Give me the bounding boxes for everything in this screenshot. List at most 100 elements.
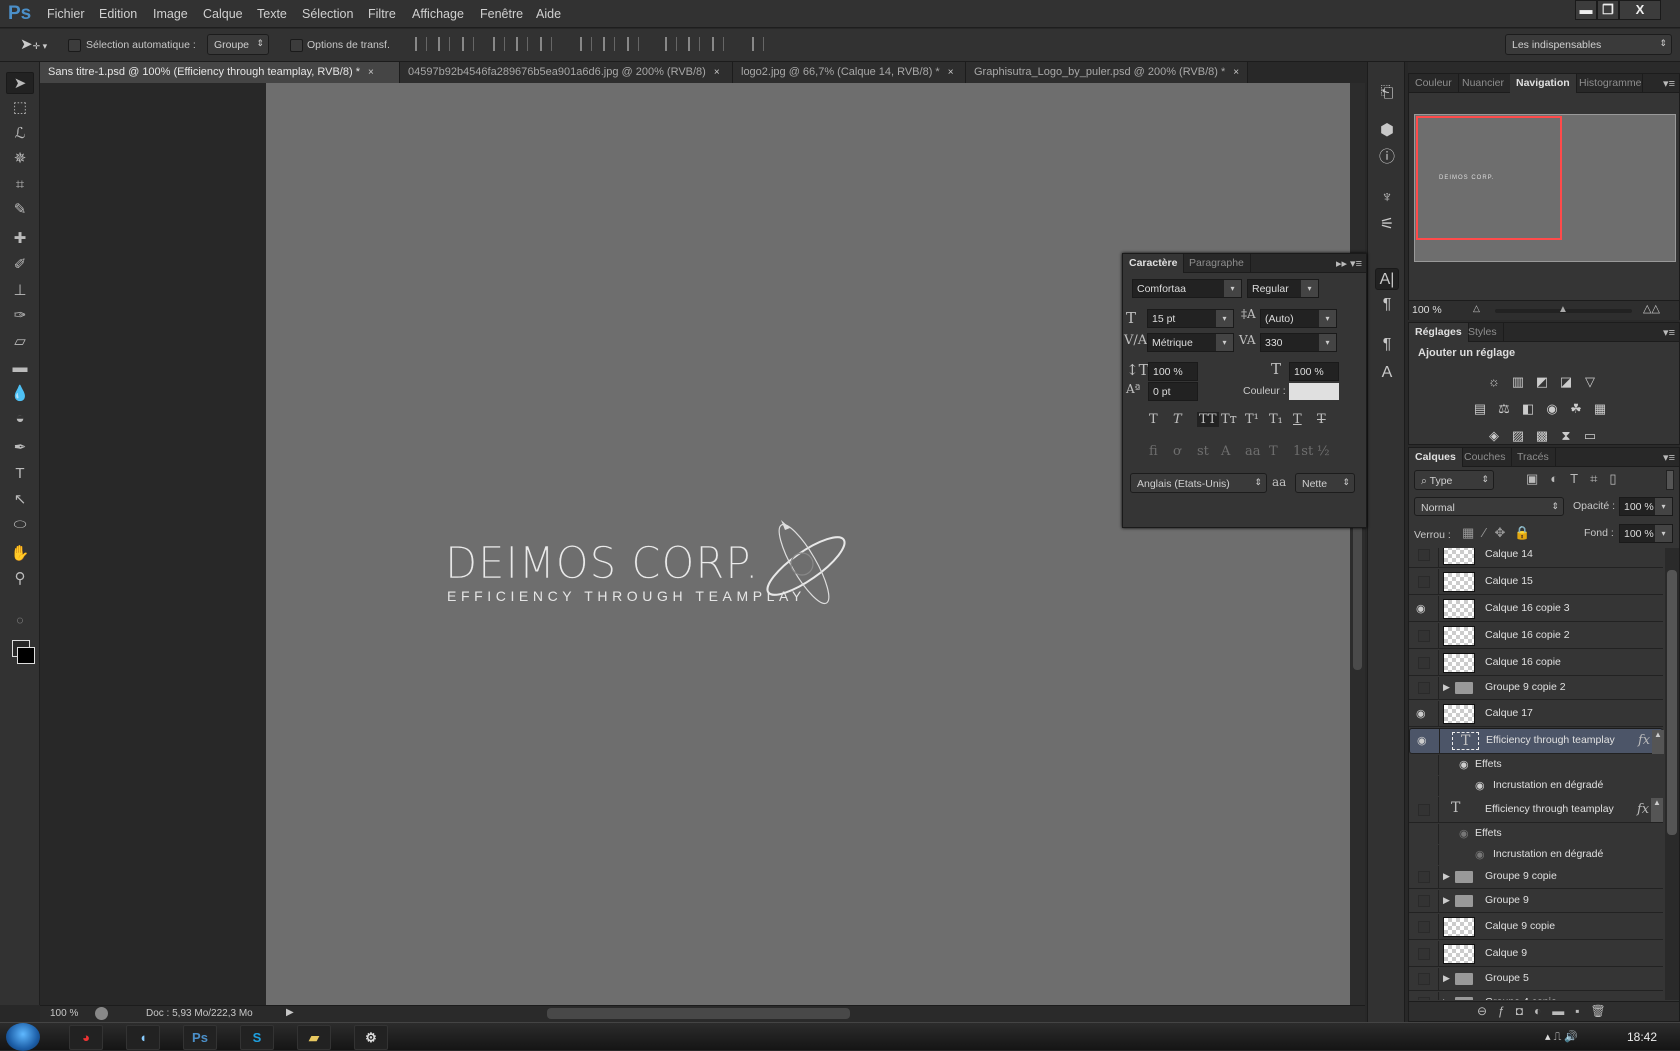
doc-tab-2[interactable]: logo2.jpg @ 66,7% (Calque 14, RVB/8) * ×	[733, 62, 966, 83]
quick-mask-icon[interactable]: ◌	[6, 609, 34, 631]
font-style-field[interactable]: Regular ▾	[1247, 279, 1319, 298]
eye-icon[interactable]: ◉	[1459, 827, 1469, 840]
status-zoom[interactable]: 100 %	[50, 1008, 78, 1019]
type-style-button-3[interactable]: Tт	[1221, 412, 1237, 427]
layer-filter-icons[interactable]: ▣◐T⌗▯	[1526, 471, 1629, 487]
opentype-button-2[interactable]: st	[1197, 444, 1209, 459]
navigator-zoom-value[interactable]: 100 %	[1412, 304, 1442, 316]
align-button[interactable]	[603, 37, 615, 51]
align-button[interactable]	[688, 37, 700, 51]
dropdown-icon[interactable]: ▾	[1655, 525, 1672, 542]
menu-filtre[interactable]: Filtre	[368, 7, 396, 21]
layer-row[interactable]: ◉ Calque 16 copie 3	[1409, 596, 1663, 622]
align-button[interactable]	[462, 37, 474, 51]
eye-icon[interactable]: ◉	[1417, 734, 1427, 747]
pen-tool-icon[interactable]: ✒	[6, 437, 34, 459]
adjustment-icons_row3-1-icon[interactable]: ▨	[1510, 429, 1526, 443]
layer-visibility-toggle[interactable]	[1409, 650, 1439, 675]
magic-wand-tool-icon[interactable]: ✵	[6, 148, 34, 170]
tab-calques[interactable]: Calques	[1409, 448, 1463, 467]
layer-row[interactable]: Calque 9 copie	[1409, 914, 1663, 940]
menu-fenetre[interactable]: Fenêtre	[480, 7, 523, 21]
layer-row[interactable]: ◉ T Efficiency through teamplay fx ▲	[1409, 728, 1664, 754]
visibility-box[interactable]	[1418, 575, 1430, 588]
taskbar-skype-icon[interactable]: S	[240, 1025, 274, 1050]
opentype-button-6[interactable]: 1st	[1293, 444, 1313, 459]
layer-row[interactable]: ▶ Groupe 9 copie	[1409, 866, 1663, 889]
collapse-effects-icon[interactable]: ▲	[1651, 798, 1663, 822]
taskbar-photoshop-icon[interactable]: Ps	[183, 1025, 217, 1050]
visibility-box[interactable]	[1418, 997, 1430, 1000]
layer-visibility-toggle[interactable]	[1409, 890, 1439, 912]
opentype-button-5[interactable]: T	[1269, 444, 1278, 459]
adjustment-icons_row3-2-icon[interactable]: ▩	[1534, 429, 1550, 443]
text-color-swatch[interactable]	[1289, 383, 1339, 400]
adjustment-icons_row2-1-icon[interactable]: ⚖	[1496, 402, 1512, 416]
character-panel-icon[interactable]: A|	[1375, 268, 1399, 290]
kerning-field[interactable]: Métrique ▾	[1147, 333, 1234, 352]
adjustment-icons_row3-0-icon[interactable]: ◈	[1486, 429, 1502, 443]
ellipse-tool-icon[interactable]: ⬭	[6, 514, 34, 536]
navigator-preview[interactable]: DEIMOS CORP.	[1414, 114, 1676, 262]
hand-tool-icon[interactable]: ✋	[6, 543, 34, 565]
rect-marquee-tool-icon[interactable]: ⬚	[6, 97, 34, 119]
layer-row[interactable]: ▶ Groupe 9 copie 2	[1409, 677, 1663, 700]
layer-effects-fx-icon[interactable]: fx	[1638, 733, 1650, 748]
eye-icon[interactable]: ◉	[1475, 848, 1485, 861]
expand-triangle-icon[interactable]: ▶	[1443, 973, 1450, 984]
language-select[interactable]: Anglais (Etats-Unis) ⇕	[1130, 473, 1267, 493]
layers-footer-icons[interactable]: ⊖ƒ◘◐▬▪🗑	[1477, 1004, 1617, 1018]
layer-visibility-toggle[interactable]	[1409, 548, 1439, 567]
adjustment-icons_row1-1-icon[interactable]: ▥	[1510, 375, 1526, 389]
layers-scroll-thumb[interactable]	[1667, 570, 1677, 835]
transform-checkbox[interactable]	[290, 39, 303, 52]
tab-couches[interactable]: Couches	[1458, 448, 1513, 467]
zoom-slider-handle[interactable]: ▲	[1558, 304, 1568, 315]
type-style-button-6[interactable]: T	[1293, 412, 1302, 427]
adjustment-icons_row1-3-icon[interactable]: ◪	[1558, 375, 1574, 389]
layer-row[interactable]: ◉ Calque 17	[1409, 701, 1663, 727]
tray-icons[interactable]: ▴ ⎍ 🔊	[1545, 1030, 1578, 1044]
expand-triangle-icon[interactable]: ▶	[1443, 895, 1450, 906]
expand-triangle-icon[interactable]: ▶	[1443, 682, 1450, 693]
type-style-button-4[interactable]: T¹	[1245, 412, 1259, 427]
layer-visibility-toggle[interactable]: ◉	[1409, 596, 1439, 621]
align-button[interactable]	[516, 37, 528, 51]
visibility-box[interactable]	[1418, 629, 1430, 642]
layer-visibility-toggle[interactable]	[1409, 866, 1439, 888]
menu-selection[interactable]: Sélection	[302, 7, 353, 21]
paragraph-icon[interactable]: ¶	[1375, 294, 1399, 316]
background-color-swatch[interactable]	[17, 647, 35, 664]
align-button[interactable]	[438, 37, 450, 51]
dodge-tool-icon[interactable]: ◒	[6, 408, 34, 430]
start-button[interactable]	[6, 1023, 40, 1051]
blur-tool-icon[interactable]: 💧	[6, 383, 34, 405]
layer-visibility-toggle[interactable]	[1409, 968, 1439, 990]
visibility-box[interactable]	[1418, 920, 1430, 933]
tab-paragraphe[interactable]: Paragraphe	[1183, 254, 1251, 273]
layer-visibility-toggle[interactable]	[1409, 992, 1439, 1000]
tab-traces[interactable]: Tracés	[1511, 448, 1556, 467]
type-style-button-2[interactable]: TT	[1197, 412, 1219, 427]
character-styles-icon[interactable]: A	[1375, 362, 1399, 384]
minimize-button[interactable]: ▬	[1575, 0, 1597, 20]
dropdown-icon[interactable]: ▾	[1301, 280, 1318, 297]
vertical-scale-field[interactable]: 100 %	[1148, 362, 1198, 381]
layer-row[interactable]: ◉ Incrustation en dégradé	[1409, 845, 1663, 865]
history-brush-tool-icon[interactable]: ✑	[6, 305, 34, 327]
auto-select-target-select[interactable]: Groupe ⇕	[207, 34, 269, 55]
zoom-out-icon[interactable]: △	[1473, 303, 1480, 314]
workspace-select[interactable]: Les indispensables ⇕	[1505, 34, 1672, 55]
healing-brush-tool-icon[interactable]: ✚	[6, 228, 34, 250]
collapse-effects-icon[interactable]: ▲	[1652, 730, 1664, 754]
layer-row[interactable]: ◉ Effets	[1409, 824, 1663, 844]
layer-visibility-toggle[interactable]	[1409, 623, 1439, 648]
layer-visibility-toggle[interactable]: ◉	[1410, 729, 1440, 753]
dropdown-icon[interactable]: ▾	[1216, 310, 1233, 327]
status-info-icon[interactable]	[95, 1007, 108, 1020]
path-selection-tool-icon[interactable]: ↖	[6, 489, 34, 511]
eye-icon[interactable]: ◉	[1459, 758, 1469, 771]
dropdown-icon[interactable]: ▾	[1224, 280, 1241, 297]
visibility-box[interactable]	[1418, 548, 1430, 561]
align-button[interactable]	[627, 37, 639, 51]
